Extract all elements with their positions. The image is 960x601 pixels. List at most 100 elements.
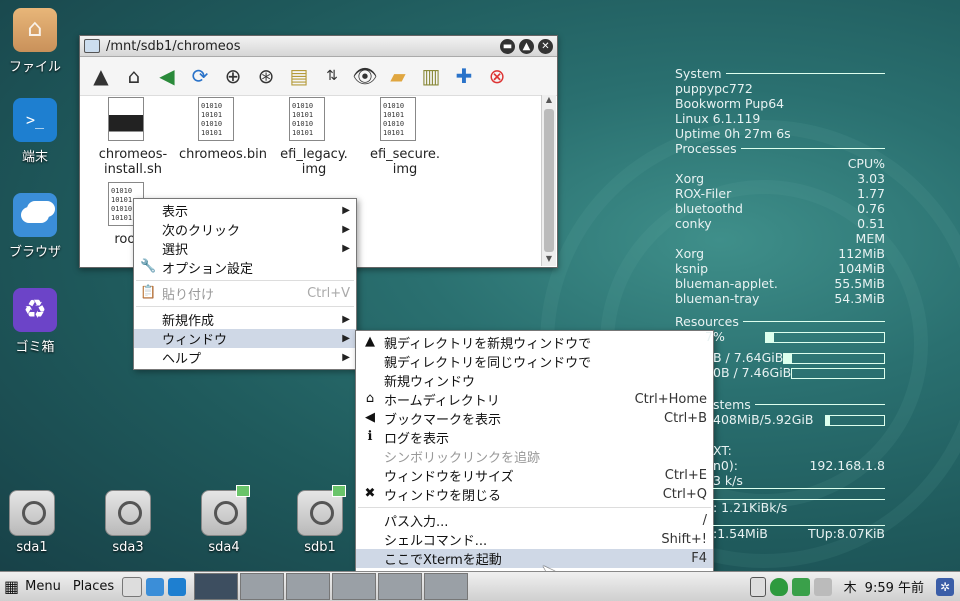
file-name: chromeos.bin [178, 147, 268, 162]
folder-icon[interactable]: ▰ [383, 61, 413, 91]
process-value: 0.51 [857, 216, 885, 231]
settings-icon[interactable]: ✲ [936, 577, 954, 596]
menu-item[interactable]: 選択 ▶ [134, 239, 356, 258]
cloud-browser-icon [13, 193, 57, 237]
menu-item-icon: 🔧 [140, 259, 157, 274]
up-icon[interactable]: ▲ [86, 61, 116, 91]
refresh-icon[interactable]: ⟳ [185, 61, 215, 91]
taskbar: ▦ Menu Places 木 9:59 午前 ✲ [0, 571, 960, 601]
file-name: chromeos- install.sh [98, 147, 168, 177]
menu-item-label: ウィンドウをリサイズ [384, 470, 514, 485]
drive-label: sda4 [208, 540, 240, 555]
conky-uptime: Uptime 0h 27m 6s [675, 126, 791, 141]
clock-time[interactable]: 9:59 午前 [865, 577, 924, 596]
menu-item[interactable]: シェルコマンド... Shift+! [356, 530, 713, 549]
conky-processes-head: Processes [675, 141, 737, 156]
battery-icon[interactable] [749, 576, 766, 597]
menu-item[interactable]: ✖ ウィンドウを閉じる Ctrl+Q [356, 485, 713, 504]
cpu-process-list: Xorg 3.03 ROX-Filer 1.77 bluetoothd 0.76 conky… [675, 171, 885, 231]
drive-sda4[interactable]: sda4 [189, 485, 259, 555]
shield-icon[interactable] [769, 577, 788, 596]
menu-item[interactable]: ウィンドウをリサイズ Ctrl+E [356, 466, 713, 485]
scroll-down-icon[interactable]: ▼ [542, 254, 556, 266]
menu-item[interactable]: 新規作成 ▶ [134, 310, 356, 329]
sort-icon[interactable]: ⇅ [317, 61, 347, 91]
menu-item[interactable]: 親ディレクトリを同じウィンドウで [356, 352, 713, 371]
process-row: bluetoothd 0.76 [675, 201, 885, 216]
desktop-icon-label: 端末 [21, 150, 48, 165]
printer-icon[interactable] [813, 577, 832, 596]
menu-item[interactable]: ここでXtermを起動 F4 [356, 549, 713, 568]
menu-button[interactable]: ▦ Menu [0, 573, 61, 600]
process-name: ksnip [675, 261, 709, 276]
file-item[interactable]: 01010 10101 01010 10101 chromeos.bin [178, 97, 268, 162]
places-button[interactable]: Places [73, 573, 114, 600]
menu-item[interactable]: 新規ウィンドウ [356, 371, 713, 390]
desktop-icon[interactable]: ブラウザ [0, 193, 70, 260]
menu-item[interactable]: ヘルプ ▶ [134, 348, 356, 367]
task-slot[interactable] [286, 573, 331, 600]
scroll-thumb[interactable] [544, 109, 554, 252]
add-icon[interactable]: ✚ [449, 61, 479, 91]
menu-item[interactable]: 表示 ▶ [134, 201, 356, 220]
task-slot-active[interactable] [194, 573, 239, 600]
menu-item[interactable]: ⌂ ホームディレクトリ Ctrl+Home [356, 390, 713, 409]
maximize-button[interactable]: ▲ [519, 38, 534, 54]
minimize-button[interactable]: ▬ [500, 38, 515, 54]
zoom-in-icon[interactable]: ⊕ [218, 61, 248, 91]
task-slot[interactable] [424, 573, 469, 600]
net-graph-up [713, 488, 885, 500]
conky-system-head: System [675, 66, 722, 81]
conky-net-head: XT: [713, 443, 732, 458]
zoom-fit-icon[interactable]: ⊛ [251, 61, 281, 91]
mounted-icon [236, 485, 250, 497]
close-button[interactable]: ✕ [538, 38, 553, 54]
task-slot[interactable] [240, 573, 285, 600]
desktop-icon[interactable]: >_ 端末 [0, 98, 70, 165]
binary-file-icon: 01010 10101 01010 10101 [380, 97, 416, 141]
menu-item[interactable]: 次のクリック ▶ [134, 220, 356, 239]
bookmarks-icon[interactable]: ◀ [152, 61, 182, 91]
window-titlebar[interactable]: /mnt/sdb1/chromeos ▬ ▲ ✕ [80, 36, 557, 57]
scroll-up-icon[interactable]: ▲ [542, 95, 556, 107]
file-item[interactable]: 01010 10101 01010 10101 efi_legacy. img [269, 97, 359, 177]
scrollbar[interactable]: ▲ ▼ [541, 95, 556, 266]
hidden-files-icon[interactable]: 👁 [350, 61, 380, 91]
select-icon[interactable]: ▥ [416, 61, 446, 91]
drive-sdb1[interactable]: sdb1 [285, 485, 355, 555]
menu-item-label: ウィンドウ [162, 333, 228, 348]
desktop-launcher-icon[interactable] [122, 576, 143, 597]
process-value: 54.3MiB [834, 291, 885, 306]
terminal-launcher-icon[interactable] [168, 577, 187, 596]
process-name: bluetoothd [675, 201, 743, 216]
menu-item[interactable]: ℹ ログを表示 [356, 428, 713, 447]
context-menu: 表示 ▶ 次のクリック ▶ 選択 ▶ 🔧 オプション設定 📋 貼り付け Ctrl+V 新規作成 ▶ ウィン… [133, 198, 357, 370]
desktop-icon-label: ブラウザ [8, 245, 61, 260]
menu-item[interactable]: 🔧 オプション設定 [134, 258, 356, 277]
details-icon[interactable]: ▤ [284, 61, 314, 91]
menu-item[interactable]: ◀ ブックマークを表示 Ctrl+B [356, 409, 713, 428]
home-icon[interactable]: ⌂ [119, 61, 149, 91]
network-icon[interactable] [791, 577, 810, 596]
menu-item[interactable]: ウィンドウ ▶ [134, 329, 356, 348]
drive-sda1[interactable]: sda1 [0, 490, 67, 555]
menu-item[interactable]: ▲ 親ディレクトリを新規ウィンドウで [356, 333, 713, 352]
hard-drive-icon [297, 485, 346, 536]
file-item[interactable]: chromeos- install.sh [88, 97, 178, 177]
drive-sda3[interactable]: sda3 [93, 490, 163, 555]
task-slot[interactable] [378, 573, 423, 600]
browser-launcher-icon[interactable] [146, 577, 165, 596]
conky-rate1: 3 k/s [713, 473, 743, 488]
help-icon[interactable]: ⊗ [482, 61, 512, 91]
desktop-icon[interactable]: ♻ ゴミ箱 [0, 288, 70, 355]
hard-drive-icon [9, 490, 55, 536]
menu-item[interactable]: パス入力... / [356, 511, 713, 530]
conky-down: :1.54MiB [713, 526, 768, 541]
desktop-icon[interactable]: ファイル [0, 8, 70, 75]
process-row: conky 0.51 [675, 216, 885, 231]
task-slot[interactable] [332, 573, 377, 600]
home-folder-icon [13, 8, 57, 52]
conky-fs: 408MiB/5.92GiB [713, 412, 814, 427]
file-item[interactable]: 01010 10101 01010 10101 efi_secure. img [360, 97, 450, 177]
menu-item-label: ログを表示 [384, 432, 450, 447]
